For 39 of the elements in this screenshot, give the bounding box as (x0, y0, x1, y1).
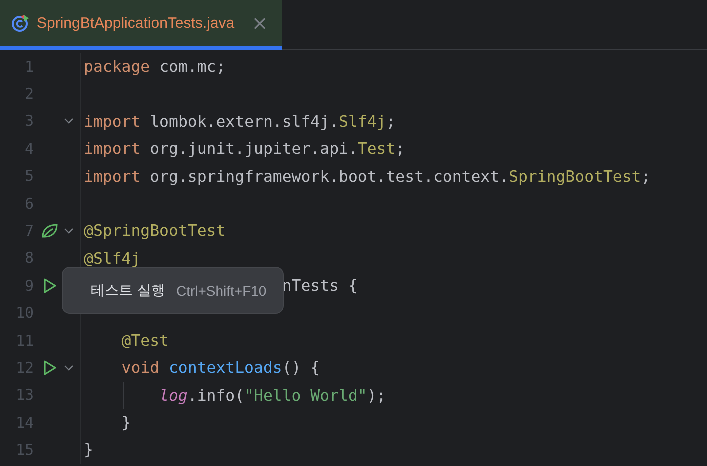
fold-icon[interactable] (64, 118, 74, 124)
field-name: log (160, 386, 188, 405)
code-text: ; (396, 139, 406, 158)
code-text: lombok.extern.slf4j. (149, 112, 340, 131)
tooltip-label: 테스트 실행 (91, 282, 166, 300)
annotation-text: SpringBootTest (509, 166, 642, 186)
close-icon[interactable]: × (252, 11, 268, 35)
shortcut-text: Ctrl+Shift+F10 (176, 282, 267, 298)
keyword-text: package (84, 57, 150, 76)
run-icon[interactable] (43, 278, 57, 294)
fold-icon[interactable] (64, 364, 74, 371)
code-text: org.junit.jupiter.api. (149, 139, 358, 158)
method-name: contextLoads (168, 358, 282, 378)
code-text: ); (367, 386, 386, 405)
string-literal: "Hello World" (244, 386, 368, 405)
code-text: () { (282, 358, 320, 378)
annotation-text: @Test (122, 330, 169, 350)
code-text: ; (386, 112, 396, 131)
annotation-text: Test (358, 139, 396, 158)
leaf-icon[interactable] (41, 223, 59, 240)
annotation-text: Slf4j (339, 112, 386, 131)
keyword-text: import (84, 166, 141, 186)
class-icon (12, 14, 30, 32)
tab-title: SpringBtApplicationTests.java (37, 14, 235, 32)
code-text: ; (641, 166, 651, 186)
annotation-text: @SpringBootTest (84, 221, 226, 240)
code-text: } (84, 440, 94, 460)
code-text: com.mc; (158, 57, 226, 76)
annotation-text: @Slf4j (84, 248, 141, 268)
fold-icon[interactable] (64, 228, 74, 234)
keyword-text: import (84, 139, 141, 158)
code-text: .info( (188, 386, 245, 405)
keyword-text: import (84, 112, 141, 131)
code-text: org.springframework.boot.test.context. (149, 166, 510, 186)
keyword-text: void (122, 358, 160, 378)
code-text: } (122, 413, 132, 432)
code-text: nTests { (282, 276, 358, 296)
editor-tab[interactable]: SpringBtApplicationTests.java × (0, 0, 282, 50)
run-icon[interactable] (43, 360, 57, 376)
